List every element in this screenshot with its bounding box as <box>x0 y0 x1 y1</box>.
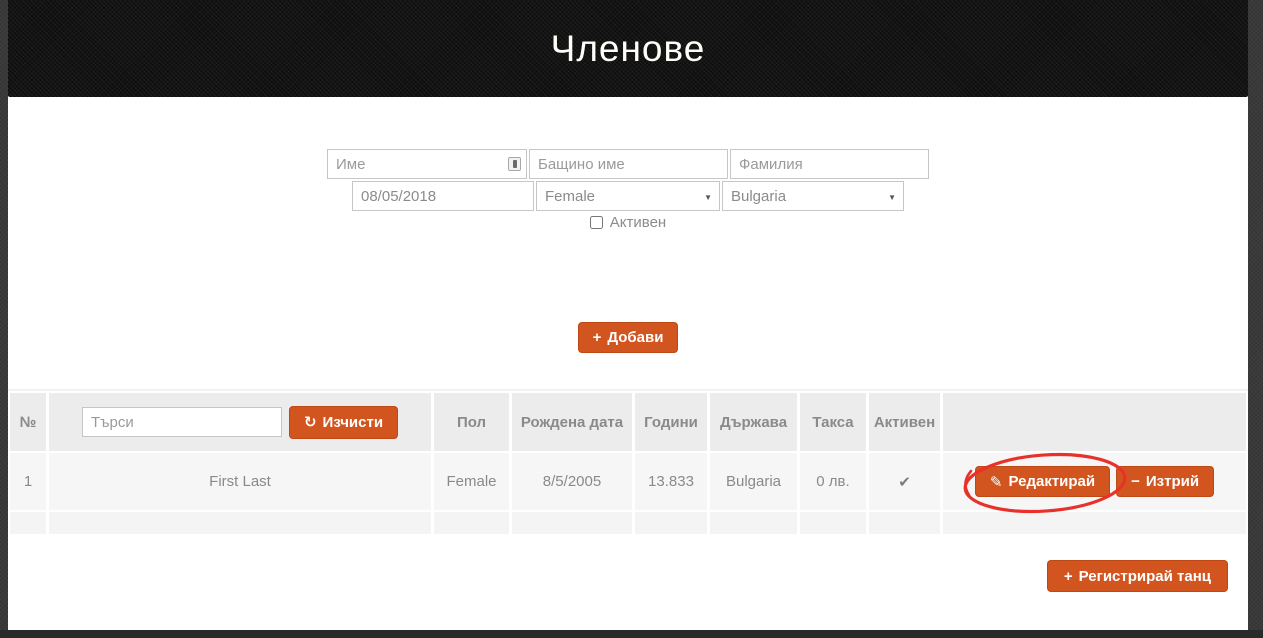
search-input[interactable] <box>82 407 282 437</box>
row-country: Bulgaria <box>710 453 797 510</box>
autofill-icon[interactable] <box>508 157 521 171</box>
details-fields-row: Female ▼ Bulgaria ▼ <box>8 181 1248 211</box>
gender-select-value: Female <box>545 188 595 205</box>
header-country: Държава <box>710 393 797 451</box>
plus-icon: + <box>593 329 602 346</box>
country-select-value: Bulgaria <box>731 188 786 205</box>
header-active: Активен <box>869 393 940 451</box>
member-form: Female ▼ Bulgaria ▼ Активен + Добави <box>8 97 1248 353</box>
row-gender: Female <box>434 453 509 510</box>
header-actions-cell <box>943 393 1246 451</box>
birth-date-input[interactable] <box>352 181 534 211</box>
header-gender: Пол <box>434 393 509 451</box>
row-number: 1 <box>10 453 46 510</box>
table-header-row: № ↻ Изчисти Пол Рождена дата Години Държ… <box>10 393 1246 451</box>
family-name-input[interactable] <box>730 149 929 179</box>
active-checkbox-label: Активен <box>610 214 666 231</box>
bottom-background-strip <box>0 630 1263 638</box>
plus-icon: + <box>1064 568 1073 585</box>
members-page: Членове Female ▼ Bulgaria <box>8 0 1248 630</box>
chevron-down-icon: ▼ <box>704 193 712 202</box>
row-fee: 0 лв. <box>800 453 866 510</box>
row-active-cell: ✔ <box>869 453 940 510</box>
footer-actions: + Регистрирай танц <box>8 560 1248 592</box>
chevron-down-icon: ▼ <box>888 193 896 202</box>
row-birth-date: 8/5/2005 <box>512 453 632 510</box>
clear-search-button[interactable]: ↻ Изчисти <box>289 406 398 439</box>
register-dance-button[interactable]: + Регистрирай танц <box>1047 560 1228 592</box>
refresh-icon: ↻ <box>304 413 317 431</box>
row-actions-cell: ✎ Редактирай − Изтрий <box>943 453 1246 510</box>
country-select[interactable]: Bulgaria ▼ <box>722 181 904 211</box>
active-checkbox-row: Активен <box>8 213 1248 231</box>
name-fields-row <box>8 149 1248 179</box>
header-age: Години <box>635 393 707 451</box>
members-table: № ↻ Изчисти Пол Рождена дата Години Държ… <box>8 389 1248 534</box>
add-button-row: + Добави <box>8 322 1248 353</box>
clear-search-button-label: Изчисти <box>323 414 384 431</box>
header-birth-date: Рождена дата <box>512 393 632 451</box>
minus-icon: − <box>1131 473 1140 490</box>
header-number: № <box>10 393 46 451</box>
gender-select[interactable]: Female ▼ <box>536 181 720 211</box>
middle-name-input[interactable] <box>529 149 728 179</box>
table-row: 1 First Last Female 8/5/2005 13.833 Bulg… <box>10 453 1246 510</box>
add-member-button[interactable]: + Добави <box>578 322 679 353</box>
delete-member-button[interactable]: − Изтрий <box>1116 466 1214 497</box>
page-title: Членове <box>551 28 706 70</box>
edit-member-button-label: Редактирай <box>1008 473 1095 490</box>
header-search-cell: ↻ Изчисти <box>49 393 431 451</box>
row-age: 13.833 <box>635 453 707 510</box>
active-checkbox[interactable] <box>590 216 603 229</box>
page-header-band: Членове <box>8 0 1248 97</box>
pencil-icon: ✎ <box>990 473 1003 491</box>
row-name: First Last <box>49 453 431 510</box>
register-dance-button-label: Регистрирай танц <box>1079 568 1211 585</box>
edit-member-button[interactable]: ✎ Редактирай <box>975 466 1110 497</box>
check-icon: ✔ <box>898 473 911 491</box>
header-fee: Такса <box>800 393 866 451</box>
table-empty-row <box>10 512 1246 534</box>
add-member-button-label: Добави <box>607 329 663 346</box>
first-name-input[interactable] <box>327 149 527 179</box>
delete-member-button-label: Изтрий <box>1146 473 1199 490</box>
